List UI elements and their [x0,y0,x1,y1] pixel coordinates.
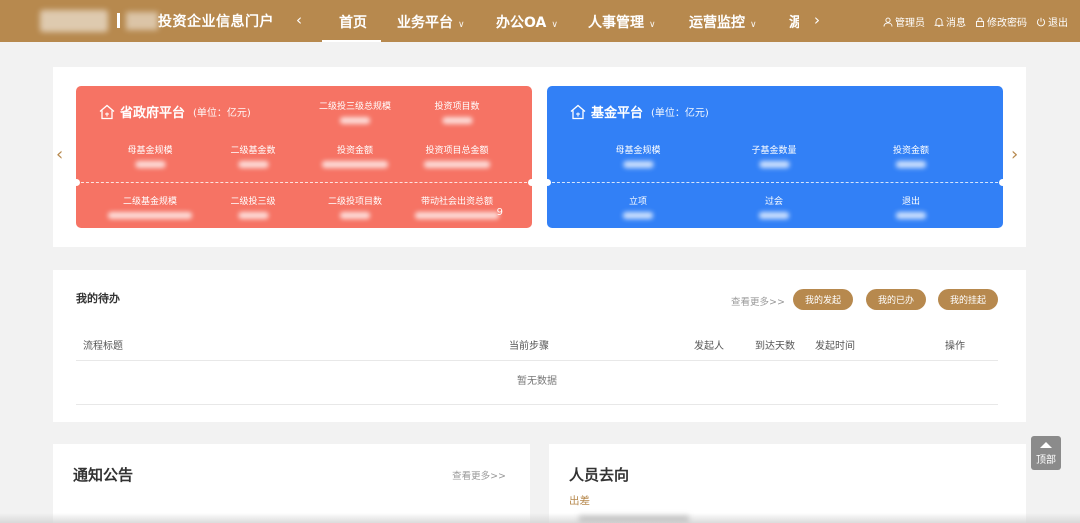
stats-panel: ‹ › 省政府平台 (单位：亿元) 二级投三级总规模 投资项目数 母基金规模 二… [53,67,1026,247]
people-title: 人员去向 [569,466,630,484]
todo-more-link[interactable]: 查看更多>> [731,294,785,308]
bottom-shadow [0,513,1080,523]
admin-link[interactable]: 管理员 [883,14,925,29]
nav-item-partial[interactable]: 源 [789,12,799,32]
stat-item: 投资项目数 [434,99,480,124]
stat-item: 退出 [896,194,926,219]
nav-prev-arrow-icon[interactable]: ‹ [296,11,302,29]
stat-item: 过会 [759,194,789,219]
column-header: 操作 [945,341,965,352]
logout-link[interactable]: 退出 [1036,14,1068,29]
stat-item: 子基金数量 [751,143,797,168]
column-header: 发起时间 [815,341,855,352]
stat-item: 投资金额 [322,143,388,168]
divider-dot [999,179,1006,186]
my-done-button[interactable]: 我的已办 [866,289,927,310]
fund-platform-card[interactable]: 基金平台 (单位：亿元) 母基金规模 子基金数量 投资金额 立项 过会 退出 [544,86,1006,228]
stat-item: 二级基金数 [230,143,276,168]
fund-card-title: 基金平台 [591,106,644,121]
logo-divider [117,13,120,28]
house-icon [99,104,115,119]
gov-card-title: 省政府平台 [120,106,186,121]
stat-item: 二级投三级总规模 [319,99,391,124]
gov-platform-card[interactable]: 省政府平台 (单位：亿元) 二级投三级总规模 投资项目数 母基金规模 二级基金数… [73,86,535,228]
stat-item: 二级投项目数 [328,194,382,219]
card-divider [76,182,532,183]
todo-panel: 我的待办 查看更多>> 我的发起 我的已办 我的挂起 流程标题 当前步骤 发起人… [53,270,1026,422]
nav-office-oa[interactable]: 办公OA ∨ [496,12,558,32]
nav-operation-monitor[interactable]: 运营监控 ∨ [689,12,757,32]
column-header: 当前步骤 [509,341,549,352]
stat-item: 二级基金规模 [108,194,192,219]
portal-title-prefix [126,12,158,30]
nav-next-arrow-icon[interactable]: › [814,11,820,29]
fund-card-unit: (单位：亿元) [651,108,709,119]
house-icon [570,104,586,119]
fund-card-header: 基金平台 (单位：亿元) [569,102,709,121]
column-header: 发起人 [694,341,724,352]
lock-icon [976,17,984,27]
arrow-up-icon [1040,442,1052,448]
carousel-next-icon[interactable]: › [1011,144,1018,165]
user-icon [883,17,893,27]
card-divider [547,182,1003,183]
divider-dot [73,179,80,186]
back-to-top-button[interactable]: 顶部 [1031,436,1061,470]
messages-link[interactable]: 消息 [934,14,966,29]
stat-item: 母基金规模 [127,143,173,168]
power-icon [1036,17,1046,26]
chevron-down-icon: ∨ [458,20,465,30]
chevron-down-icon: ∨ [551,20,558,30]
nav-home[interactable]: 首页 [339,12,367,32]
stat-item: 带动社会出资总额 9 [415,194,503,219]
column-header: 到达天数 [755,341,795,352]
stat-item: 投资项目总金额 [424,143,490,168]
divider-dot [544,179,551,186]
nav-hr-management[interactable]: 人事管理 ∨ [588,12,656,32]
people-whereabouts-panel: 人员去向 出差 [549,444,1026,523]
top-header: 投资企业信息门户 ‹ 首页 业务平台 ∨ 办公OA ∨ 人事管理 ∨ 运营监控 ∨ 源 … [0,0,1080,42]
todo-table-header: 流程标题 当前步骤 发起人 到达天数 发起时间 操作 [76,332,998,361]
logo[interactable] [40,10,108,32]
todo-empty-state: 暂无数据 [76,362,998,405]
carousel-prev-icon[interactable]: ‹ [56,144,63,165]
notice-more-link[interactable]: 查看更多>> [452,468,506,482]
stat-item: 母基金规模 [615,143,661,168]
my-initiated-button[interactable]: 我的发起 [793,289,854,310]
stat-item: 立项 [623,194,653,219]
gov-card-header: 省政府平台 (单位：亿元) [98,102,251,121]
notice-panel: 通知公告 查看更多>> [53,444,530,523]
stat-item: 二级投三级 [230,194,276,219]
business-trip-label: 出差 [569,495,590,507]
chevron-down-icon: ∨ [649,20,656,30]
nav-active-indicator [322,40,381,42]
notice-title: 通知公告 [73,466,134,484]
column-header: 流程标题 [83,341,123,352]
nav-business-platform[interactable]: 业务平台 ∨ [397,12,465,32]
user-links: 管理员 消息 修改密码 退出 [883,14,1068,29]
gov-card-unit: (单位：亿元) [193,108,251,119]
divider-dot [528,179,535,186]
change-password-link[interactable]: 修改密码 [975,14,1027,29]
todo-title: 我的待办 [76,292,120,305]
my-suspended-button[interactable]: 我的挂起 [938,289,999,310]
chevron-down-icon: ∨ [750,20,757,30]
stat-item: 投资金额 [893,143,929,168]
bell-icon [934,17,944,27]
portal-title: 投资企业信息门户 [158,14,274,30]
